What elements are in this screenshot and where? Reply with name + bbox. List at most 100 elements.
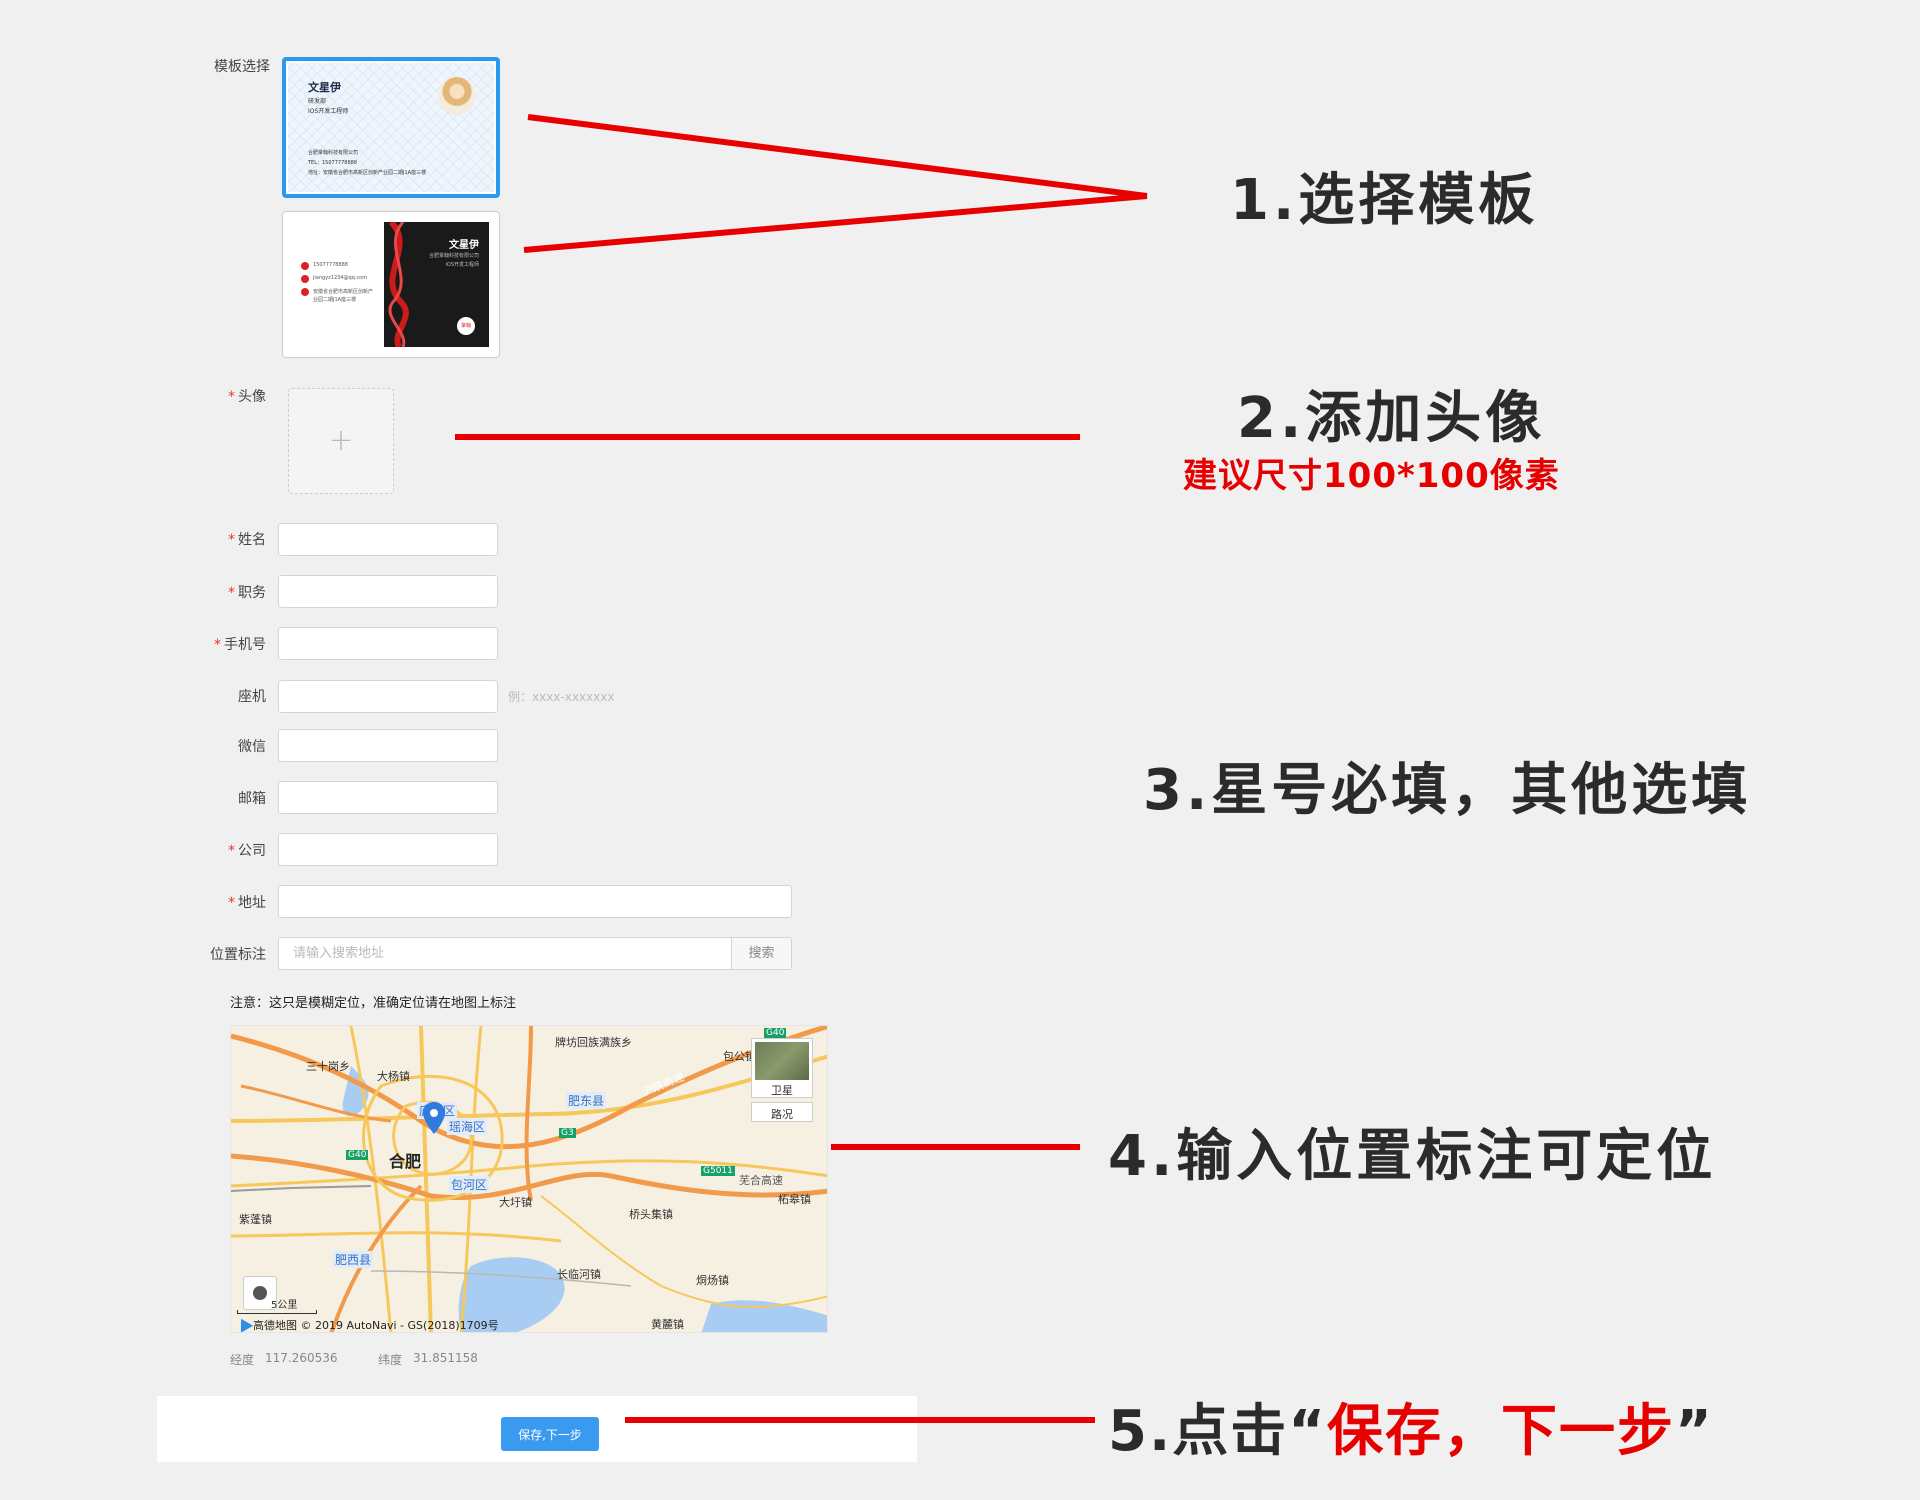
address-label: * 地址 xyxy=(146,892,266,912)
card2-email-icon xyxy=(301,275,309,283)
avatar-upload-button[interactable]: + xyxy=(288,388,394,494)
save-bar: 保存,下一步 xyxy=(157,1396,917,1462)
annotation-step2: 2.添加头像 xyxy=(1237,386,1546,451)
card2-phone: 15077778888 xyxy=(313,262,348,268)
company-field-wrap xyxy=(278,833,498,866)
landline-label: 座机 xyxy=(238,689,266,705)
mobile-label: * 手机号 xyxy=(146,634,266,654)
required-mark: * xyxy=(228,585,235,601)
mobile-field-wrap xyxy=(278,627,498,660)
annotation-step3: 3.星号必填，其他选填 xyxy=(1143,758,1752,823)
avatar-label: * 头像 xyxy=(146,386,266,406)
name-label: * 姓名 xyxy=(146,529,266,549)
position-label-text: 职务 xyxy=(238,585,266,601)
address-field-wrap xyxy=(278,885,792,918)
card1-dept: 研发部 xyxy=(308,98,327,105)
card1-title: IOS开发工程师 xyxy=(308,108,349,115)
position-field-wrap xyxy=(278,575,498,608)
plus-icon: + xyxy=(328,423,354,458)
card2-address-line1: 安徽省合肥市高新区创新产 xyxy=(313,289,374,295)
wechat-field-wrap xyxy=(278,729,498,762)
card1-tel: TEL：15077778888 xyxy=(308,160,357,166)
email-field-wrap xyxy=(278,781,498,814)
template-select-label: 模板选择 xyxy=(214,59,270,75)
template-card-dark[interactable]: 文星伊 合肥掌翰科技有限公司 iOS开发工程师 15077778888 jian… xyxy=(282,211,500,358)
road-badge-g5011: G5011 xyxy=(701,1166,735,1176)
card2-phone-icon xyxy=(301,262,309,270)
road-badge-g40-ne: G40 xyxy=(764,1028,787,1038)
card1-name: 文星伊 xyxy=(308,81,341,94)
address-label-text: 地址 xyxy=(238,895,266,911)
required-mark: * xyxy=(228,532,235,548)
name-label-text: 姓名 xyxy=(238,532,266,548)
mobile-field[interactable] xyxy=(279,628,497,659)
landline-field[interactable] xyxy=(279,681,497,712)
location-field-wrap: 搜索 xyxy=(278,937,792,970)
map-label-zhegao: 柘皋镇 xyxy=(778,1193,811,1206)
wechat-label: 微信 xyxy=(238,739,266,755)
latitude-label: 纬度 xyxy=(378,1353,403,1367)
map-label-zhegao-hw: 芜合高速 xyxy=(739,1174,783,1187)
required-mark: * xyxy=(228,843,235,859)
card2-name: 文星伊 xyxy=(449,240,479,251)
position-label: * 职务 xyxy=(146,582,266,602)
location-label: 位置标注 xyxy=(210,947,266,963)
traffic-label: 路况 xyxy=(771,1108,793,1121)
company-label-text: 公司 xyxy=(238,843,266,859)
email-field[interactable] xyxy=(279,782,497,813)
satellite-toggle[interactable]: 卫星 xyxy=(751,1038,813,1098)
map-attribution: 高德地图 © 2019 AutoNavi - GS(2018)1709号 xyxy=(253,1319,499,1332)
annotation-step1: 1.选择模板 xyxy=(1230,168,1539,233)
map-label-yanghe: 烔炀镇 xyxy=(696,1274,729,1287)
map-label-changlinhe: 长临河镇 xyxy=(557,1268,601,1281)
satellite-label: 卫星 xyxy=(771,1084,793,1097)
required-mark: * xyxy=(228,895,235,911)
map-label-feidong: 肥东县 xyxy=(566,1092,607,1109)
name-field[interactable] xyxy=(279,524,497,555)
longitude-label: 经度 xyxy=(230,1353,255,1367)
email-label: 邮箱 xyxy=(238,791,266,807)
map-label-huangmao: 黄麓镇 xyxy=(651,1318,684,1331)
company-field[interactable] xyxy=(279,834,497,865)
map-label-qiaotou: 桥头集镇 xyxy=(629,1208,673,1221)
card1-address: 地址：安徽省合肥市高新区创新产业园二期J1A座三楼 xyxy=(308,170,427,176)
road-badge-g3: G3 xyxy=(559,1128,576,1138)
satellite-thumbnail xyxy=(755,1042,809,1080)
wechat-field[interactable] xyxy=(279,730,497,761)
locate-icon xyxy=(253,1286,267,1300)
card1-avatar xyxy=(438,77,476,115)
traffic-toggle[interactable]: 路况 xyxy=(751,1102,813,1122)
card2-email: jiangyz1234@qq.com xyxy=(313,275,368,281)
save-next-button[interactable]: 保存,下一步 xyxy=(501,1417,599,1451)
location-marker-icon[interactable] xyxy=(423,1102,445,1134)
map-label-baohe: 包河区 xyxy=(449,1176,490,1193)
location-search-button[interactable]: 搜索 xyxy=(731,938,791,969)
card2-logo: 掌翰 xyxy=(457,317,475,335)
annotation-step2-note: 建议尺寸100*100像素 xyxy=(1183,456,1560,496)
name-field-wrap xyxy=(278,523,498,556)
location-search-input[interactable] xyxy=(279,938,729,969)
map-canvas[interactable]: 三十岗乡 大杨镇 牌坊回族满族乡 包公镇 肥东县 沪陕高速 庐阳区 瑶海区 合肥… xyxy=(230,1025,828,1333)
annotation-step4: 4.输入位置标注可定位 xyxy=(1108,1124,1717,1189)
map-label-dawei: 大圩镇 xyxy=(499,1196,532,1209)
card2-title: iOS开发工程师 xyxy=(445,262,480,268)
required-mark: * xyxy=(228,389,235,405)
card2-company: 合肥掌翰科技有限公司 xyxy=(428,253,479,259)
avatar-label-text: 头像 xyxy=(238,389,266,405)
map-label-zipeng: 紫蓬镇 xyxy=(239,1213,272,1226)
road-badge-g40: G40 xyxy=(346,1150,369,1160)
card2-location-icon xyxy=(301,288,309,296)
map-label-paifang: 牌坊回族满族乡 xyxy=(555,1036,632,1049)
latitude-value: 31.851158 xyxy=(413,1351,478,1365)
address-field[interactable] xyxy=(279,886,791,917)
map-label-hefei: 合肥 xyxy=(389,1152,422,1171)
map-scale-bar xyxy=(237,1310,317,1314)
landline-field-wrap xyxy=(278,680,498,713)
required-mark: * xyxy=(214,637,221,653)
annotation-step5: 5.点击“保存，下一步” xyxy=(1108,1386,1714,1467)
template-card-blue[interactable]: 文星伊 研发部 IOS开发工程师 合肥掌翰科技有限公司 TEL：15077778… xyxy=(282,57,500,198)
map-note: 注意：这只是模糊定位，准确定位请在地图上标注 xyxy=(230,996,517,1011)
annotation-step5-prefix: 5.点击“ xyxy=(1108,1399,1328,1464)
position-field[interactable] xyxy=(279,576,497,607)
card1-company: 合肥掌翰科技有限公司 xyxy=(308,150,359,156)
